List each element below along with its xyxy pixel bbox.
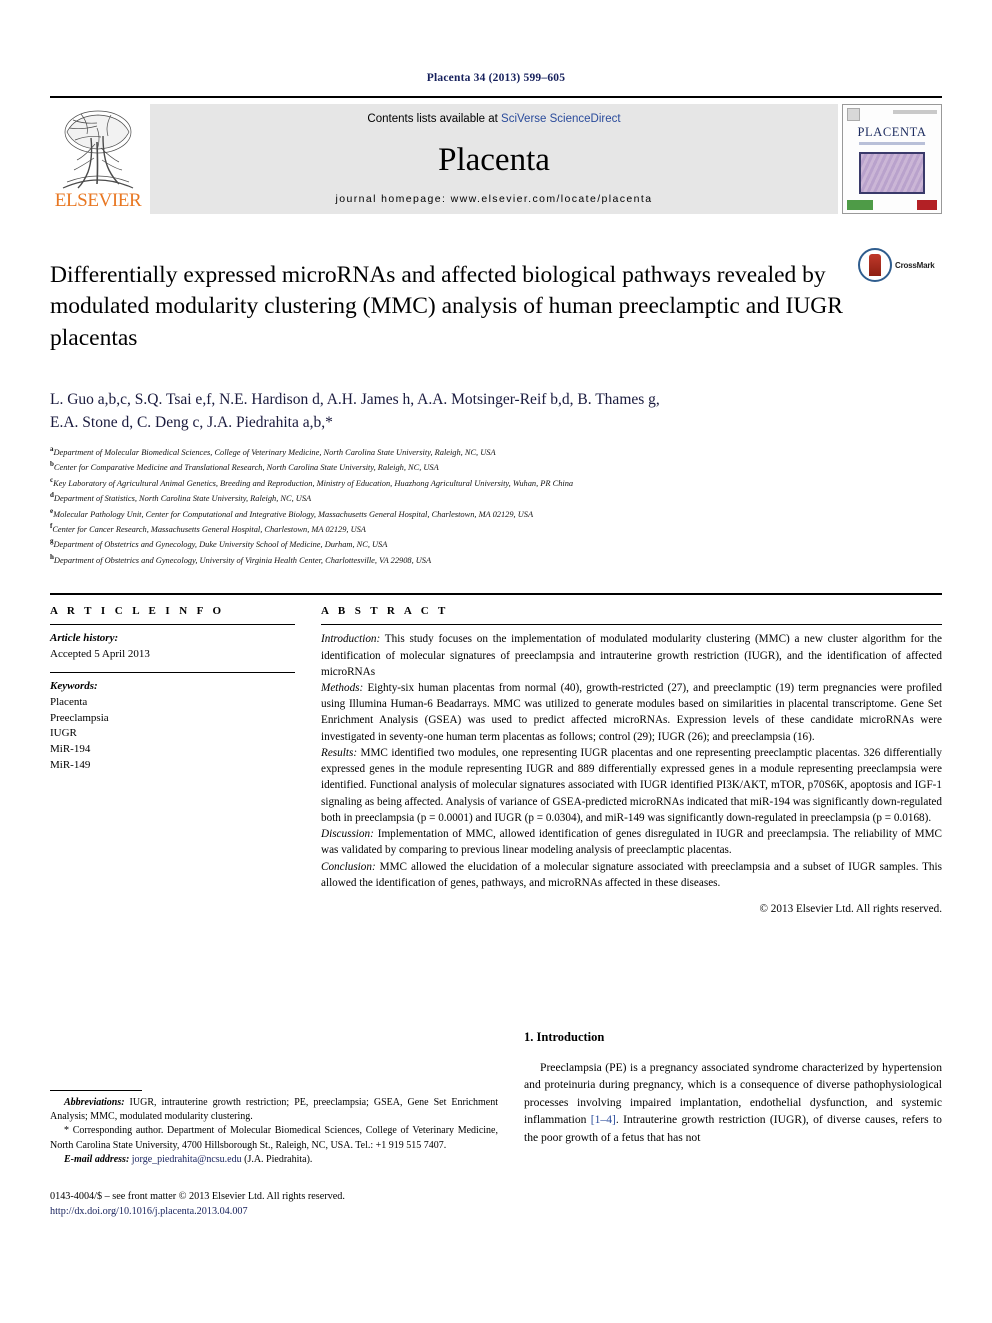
abstract-paragraph: Conclusion: MMC allowed the elucidation … bbox=[321, 859, 942, 891]
abbreviations-label: Abbreviations: bbox=[64, 1097, 125, 1108]
abstract-section-text: This study focuses on the implementation… bbox=[321, 633, 942, 678]
abstract-copyright: © 2013 Elsevier Ltd. All rights reserved… bbox=[759, 903, 943, 916]
title-block: Differentially expressed microRNAs and a… bbox=[50, 244, 942, 370]
affiliation-list: aDepartment of Molecular Biomedical Scie… bbox=[50, 444, 942, 567]
author-line-1: L. Guo a,b,c, S.Q. Tsai e,f, N.E. Hardis… bbox=[50, 390, 660, 408]
abstract-paragraph: Introduction: This study focuses on the … bbox=[321, 631, 942, 680]
affiliation-item: gDepartment of Obstetrics and Gynecology… bbox=[50, 536, 942, 551]
introduction-heading: 1. Introduction bbox=[524, 1030, 605, 1044]
keyword-item: MiR-194 bbox=[50, 742, 91, 755]
keyword-item: IUGR bbox=[50, 727, 77, 740]
email-label: E-mail address: bbox=[64, 1153, 130, 1165]
affiliation-text: Center for Comparative Medicine and Tran… bbox=[53, 463, 439, 473]
introduction-paragraph: Preeclampsia (PE) is a pregnancy associa… bbox=[524, 1059, 942, 1146]
crossmark-badge[interactable]: CrossMark bbox=[858, 248, 942, 282]
affiliation-item: dDepartment of Statistics, North Carolin… bbox=[50, 490, 942, 505]
elsevier-wordmark: ELSEVIER bbox=[54, 190, 142, 211]
affiliation-text: Department of Statistics, North Carolina… bbox=[53, 494, 312, 504]
paper-page: Placenta 34 (2013) 599–605 ELSEVIER Cont… bbox=[0, 0, 992, 1323]
abstract-section-text: Implementation of MMC, allowed identific… bbox=[321, 828, 942, 857]
abstract-section-label: Results: bbox=[321, 746, 358, 759]
issn-line: 0143-4004/$ – see front matter © 2013 El… bbox=[50, 1190, 345, 1202]
abstract-section-label: Introduction: bbox=[321, 633, 381, 646]
bottom-columns: Abbreviations: IUGR, intrauterine growth… bbox=[50, 1030, 942, 1220]
keyword-item: MiR-149 bbox=[50, 758, 91, 771]
abstract-section-label: Conclusion: bbox=[321, 860, 376, 873]
affiliation-item: hDepartment of Obstetrics and Gynecology… bbox=[50, 552, 942, 567]
affiliation-text: Department of Molecular Biomedical Scien… bbox=[53, 447, 496, 457]
cover-red-mark bbox=[917, 200, 937, 210]
journal-homepage-link[interactable]: journal homepage: www.elsevier.com/locat… bbox=[336, 193, 653, 205]
page-title: Differentially expressed microRNAs and a… bbox=[50, 261, 843, 351]
email-link[interactable]: jorge_piedrahita@ncsu.edu bbox=[132, 1154, 242, 1165]
contents-list-line: Contents lists available at SciVerse Sci… bbox=[367, 113, 620, 125]
abstract-paragraph: Discussion: Implementation of MMC, allow… bbox=[321, 826, 942, 858]
keywords-label: Keywords: bbox=[50, 680, 98, 693]
info-abstract-section: A R T I C L E I N F O Article history: A… bbox=[50, 593, 942, 917]
abbreviations-note: Abbreviations: IUGR, intrauterine growth… bbox=[50, 1096, 498, 1124]
abstract-body: Introduction: This study focuses on the … bbox=[321, 631, 942, 917]
affiliation-item: aDepartment of Molecular Biomedical Scie… bbox=[50, 444, 942, 459]
abstract-section-label: Methods: bbox=[321, 681, 364, 694]
reference-link[interactable]: [1–4] bbox=[591, 1113, 616, 1126]
keywords-block: Keywords: Placenta Preeclampsia IUGR MiR… bbox=[50, 679, 295, 773]
introduction-body: Preeclampsia (PE) is a pregnancy associa… bbox=[524, 1059, 942, 1146]
cover-issue-bar bbox=[893, 110, 937, 114]
affiliation-item: eMolecular Pathology Unit, Center for Co… bbox=[50, 506, 942, 521]
abstract-section-text: MMC allowed the elucidation of a molecul… bbox=[321, 860, 942, 889]
running-head: Placenta 34 (2013) 599–605 bbox=[426, 72, 566, 84]
affiliation-text: Department of Obstetrics and Gynecology,… bbox=[53, 555, 432, 565]
cover-subtitle-bar bbox=[859, 142, 925, 145]
affiliation-item: fCenter for Cancer Research, Massachuset… bbox=[50, 521, 942, 536]
footnote-divider bbox=[50, 1090, 142, 1091]
article-info-heading: A R T I C L E I N F O bbox=[50, 605, 225, 618]
divider bbox=[50, 624, 295, 626]
cover-green-mark bbox=[847, 200, 873, 210]
abstract-section-label: Discussion: bbox=[321, 828, 374, 841]
email-note: E-mail address: jorge_piedrahita@ncsu.ed… bbox=[50, 1153, 498, 1167]
sciencedirect-link[interactable]: SciVerse ScienceDirect bbox=[501, 113, 621, 125]
abstract-section-text: Eighty-six human placentas from normal (… bbox=[321, 681, 942, 743]
affiliation-text: Molecular Pathology Unit, Center for Com… bbox=[53, 509, 534, 519]
crossmark-icon bbox=[858, 248, 892, 282]
crossmark-label: CrossMark bbox=[895, 260, 935, 270]
cover-journal-title: PLACENTA bbox=[857, 125, 927, 139]
cover-photo bbox=[859, 152, 925, 194]
article-history-label: Article history: bbox=[50, 632, 119, 645]
introduction-column: 1. Introduction Preeclampsia (PE) is a p… bbox=[524, 1030, 942, 1220]
author-list: L. Guo a,b,c, S.Q. Tsai e,f, N.E. Hardis… bbox=[50, 388, 942, 435]
abstract-column: A B S T R A C T Introduction: This study… bbox=[321, 605, 942, 917]
journal-title: Placenta bbox=[438, 141, 550, 178]
abstract-paragraph: Results: MMC identified two modules, one… bbox=[321, 745, 942, 826]
cover-logo-square bbox=[847, 108, 860, 121]
abstract-heading: A B S T R A C T bbox=[321, 605, 449, 618]
keyword-item: Preeclampsia bbox=[50, 711, 109, 724]
footnote-column: Abbreviations: IUGR, intrauterine growth… bbox=[50, 1030, 498, 1220]
article-history-value: Accepted 5 April 2013 bbox=[50, 647, 150, 660]
keyword-item: Placenta bbox=[50, 696, 88, 709]
journal-cover-thumbnail: PLACENTA bbox=[842, 104, 942, 214]
elsevier-tree-icon bbox=[62, 110, 134, 189]
affiliation-text: Key Laboratory of Agricultural Animal Ge… bbox=[53, 478, 574, 488]
journal-header: ELSEVIER Contents lists available at Sci… bbox=[50, 96, 942, 214]
doi-link[interactable]: http://dx.doi.org/10.1016/j.placenta.201… bbox=[50, 1204, 498, 1219]
article-history-block: Article history: Accepted 5 April 2013 bbox=[50, 631, 295, 662]
journal-banner: Contents lists available at SciVerse Sci… bbox=[150, 104, 838, 214]
divider bbox=[321, 624, 942, 626]
contents-prefix: Contents lists available at bbox=[367, 113, 502, 125]
affiliation-text: Center for Cancer Research, Massachusett… bbox=[52, 524, 366, 534]
footnote-block: Abbreviations: IUGR, intrauterine growth… bbox=[50, 1096, 498, 1167]
issn-block: 0143-4004/$ – see front matter © 2013 El… bbox=[50, 1189, 498, 1220]
abstract-paragraph: Methods: Eighty-six human placentas from… bbox=[321, 680, 942, 745]
article-info-column: A R T I C L E I N F O Article history: A… bbox=[50, 605, 295, 917]
author-line-2: E.A. Stone d, C. Deng c, J.A. Piedrahita… bbox=[50, 414, 333, 432]
divider bbox=[50, 672, 295, 674]
affiliation-item: cKey Laboratory of Agricultural Animal G… bbox=[50, 475, 942, 490]
corresponding-author-note: * Corresponding author. Department of Mo… bbox=[50, 1125, 498, 1151]
affiliation-item: bCenter for Comparative Medicine and Tra… bbox=[50, 459, 942, 474]
email-suffix: (J.A. Piedrahita). bbox=[241, 1153, 313, 1165]
elsevier-logo: ELSEVIER bbox=[50, 104, 146, 214]
affiliation-text: Department of Obstetrics and Gynecology,… bbox=[53, 540, 388, 550]
abstract-section-text: MMC identified two modules, one represen… bbox=[321, 746, 942, 824]
